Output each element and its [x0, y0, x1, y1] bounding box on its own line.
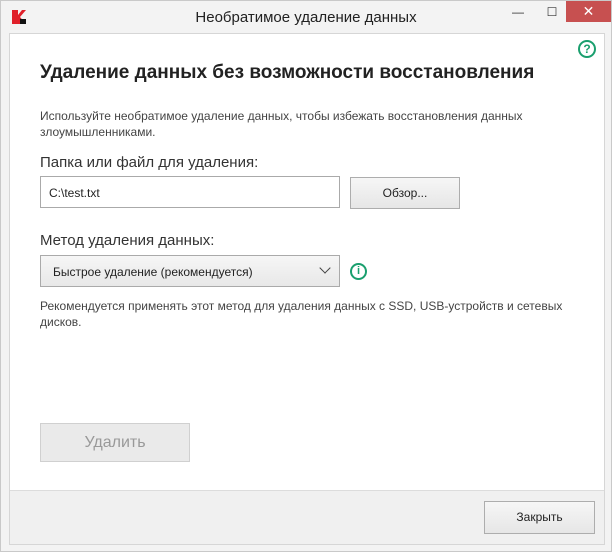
info-icon[interactable]: i	[350, 263, 367, 280]
close-button[interactable]: Закрыть	[484, 501, 595, 534]
help-icon[interactable]: ?	[578, 40, 596, 58]
browse-button[interactable]: Обзор...	[350, 177, 460, 209]
delete-button[interactable]: Удалить	[40, 423, 190, 462]
close-window-button[interactable]: ✕	[566, 1, 611, 22]
path-label: Папка или файл для удаления:	[40, 154, 259, 171]
method-select[interactable]: Быстрое удаление (рекомендуется)	[40, 255, 340, 287]
method-label: Метод удаления данных:	[40, 232, 215, 249]
chevron-down-icon	[319, 262, 331, 274]
window: Необратимое удаление данных — ☐ ✕ ? Удал…	[0, 0, 612, 552]
page-title: Удаление данных без возможности восстано…	[40, 62, 535, 83]
maximize-button[interactable]: ☐	[535, 1, 569, 22]
title-bar[interactable]: Необратимое удаление данных — ☐ ✕	[1, 1, 611, 33]
method-note: Рекомендуется применять этот метод для у…	[40, 299, 563, 329]
method-selected: Быстрое удаление (рекомендуется)	[53, 265, 253, 279]
content-panel: ? Удаление данных без возможности восста…	[9, 33, 605, 545]
minimize-button[interactable]: —	[501, 1, 535, 22]
path-input[interactable]: C:\test.txt	[40, 176, 340, 208]
description: Используйте необратимое удаление данных,…	[40, 109, 523, 139]
